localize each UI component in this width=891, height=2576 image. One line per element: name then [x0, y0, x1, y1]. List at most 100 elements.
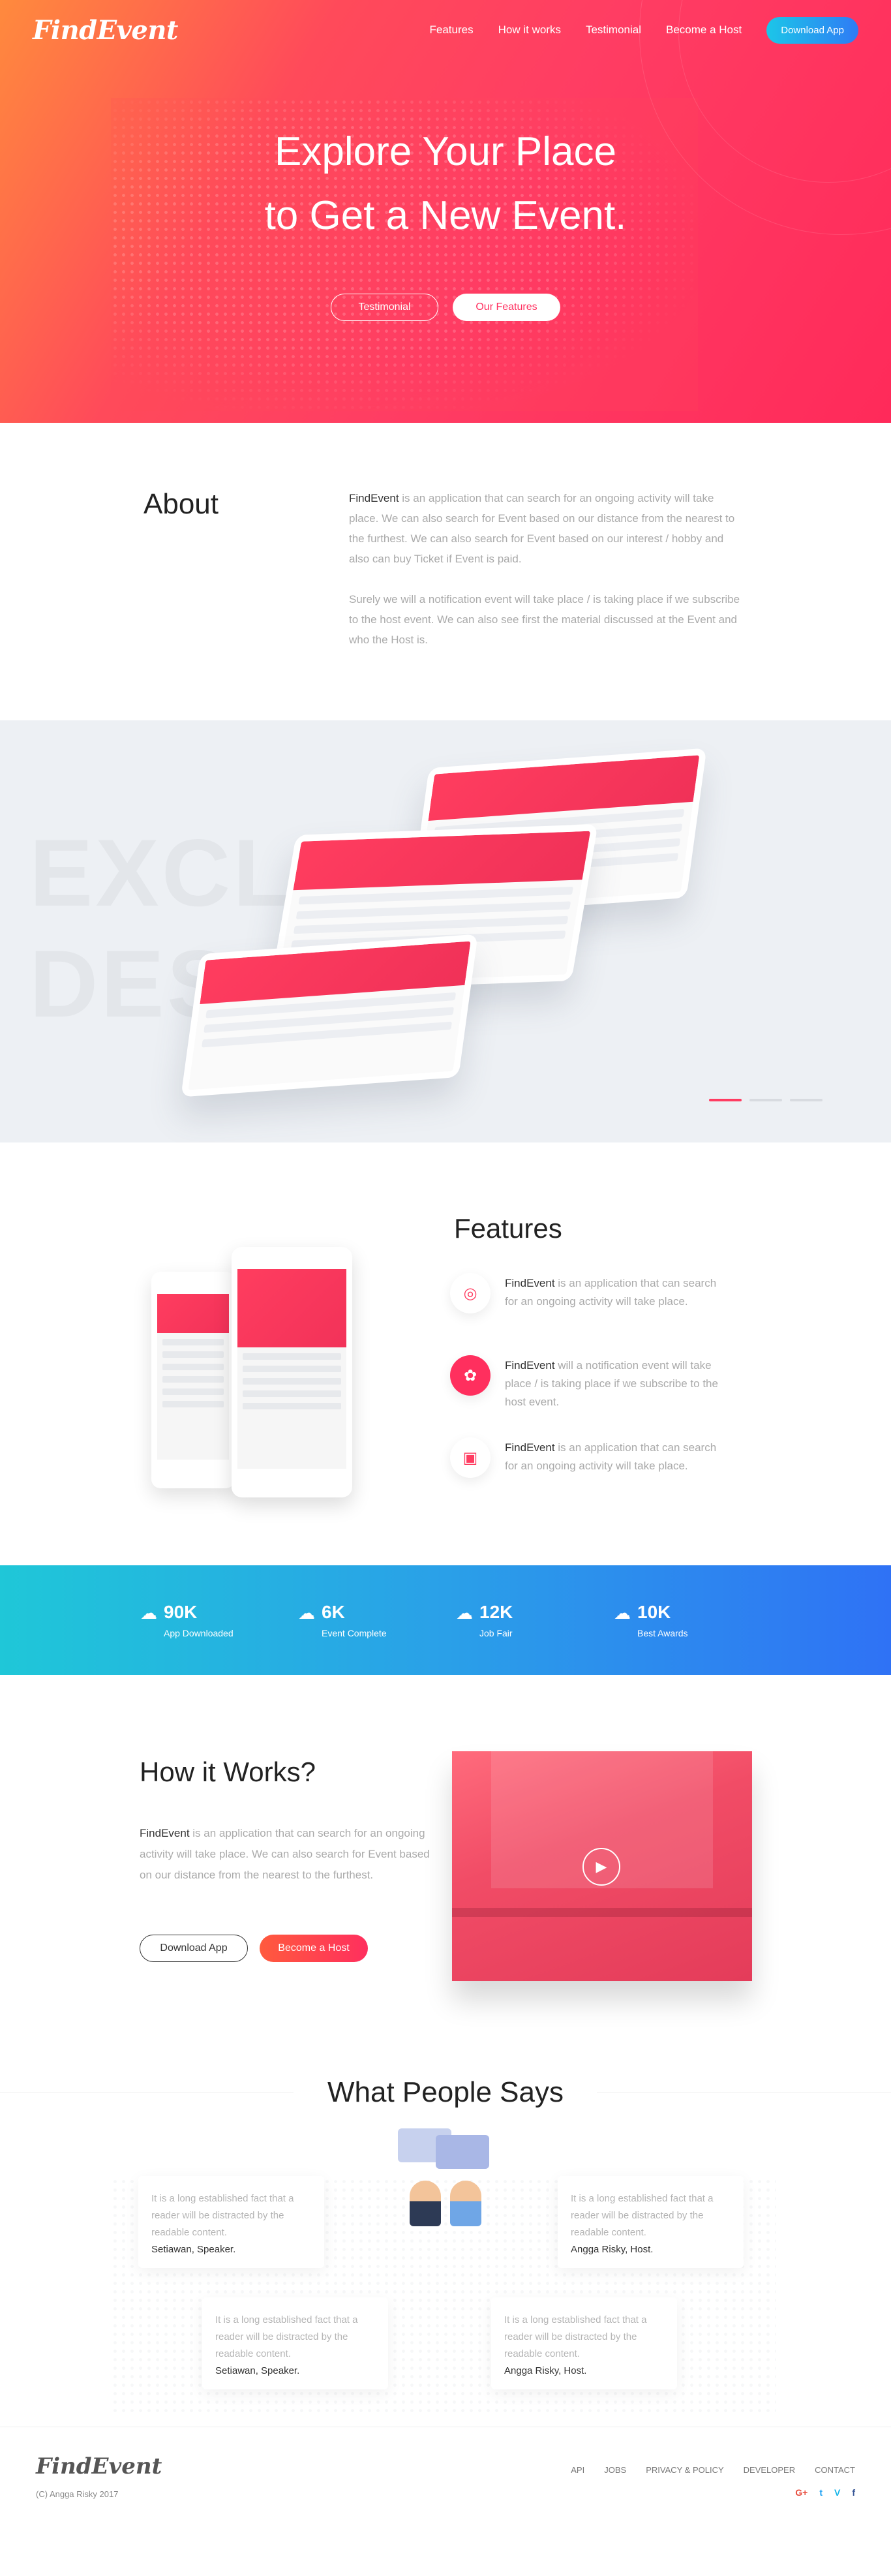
about-text: FindEvent is an application that can sea… [349, 488, 740, 720]
stat-label: Event Complete [322, 1628, 387, 1638]
footer-links: API JOBS PRIVACY & POLICY DEVELOPER CONT… [571, 2465, 855, 2475]
top-nav: FindEvent Features How it works Testimon… [0, 0, 891, 60]
twitter-icon[interactable]: t [819, 2487, 823, 2498]
nav-link-testimonial[interactable]: Testimonial [586, 23, 641, 37]
feature-text-3: FindEvent is an application that can sea… [505, 1437, 723, 1475]
brand-name: FindEvent [505, 1441, 555, 1454]
hero-title-line2: to Get a New Event. [264, 193, 627, 238]
how-text: FindEvent is an application that can sea… [140, 1823, 440, 1886]
footer-link-developer[interactable]: DEVELOPER [744, 2465, 795, 2475]
social-links: G+ t V f [795, 2487, 855, 2498]
brand-name: FindEvent [140, 1827, 190, 1839]
vimeo-icon[interactable]: V [834, 2487, 840, 2498]
award-icon: ✿ [450, 1355, 491, 1396]
phone-mockup-profile [232, 1247, 352, 1497]
nav-links: Features How it works Testimonial Become… [430, 16, 858, 44]
briefcase-icon: ▣ [450, 1437, 491, 1478]
how-buttons: Download App Become a Host [140, 1935, 368, 1962]
our-features-button[interactable]: Our Features [453, 294, 560, 321]
how-it-works-section: How it Works? FindEvent is an applicatio… [0, 1675, 891, 2021]
stat-value: 6K [322, 1602, 345, 1622]
copyright: (C) Angga Risky 2017 [36, 2489, 119, 2499]
download-app-button[interactable]: Download App [140, 1935, 248, 1962]
hero-title-line1: Explore Your Place [275, 129, 616, 174]
about-heading: About [143, 488, 219, 520]
video-desk-shape [452, 1908, 752, 1917]
brand-name: FindEvent [505, 1277, 555, 1289]
phone-mockup-notification [151, 1272, 235, 1488]
stat-label: Job Fair [479, 1628, 513, 1638]
features-heading: Features [454, 1213, 562, 1244]
footer-link-api[interactable]: API [571, 2465, 584, 2475]
stat-label: App Downloaded [164, 1628, 234, 1638]
become-host-button[interactable]: Become a Host [260, 1935, 368, 1962]
woman-avatar [450, 2181, 481, 2226]
stat-item: ☁ 90K App Downloaded [140, 1602, 298, 1638]
hero-section: FindEvent Features How it works Testimon… [0, 0, 891, 423]
testimonial-quote: It is a long established fact that a rea… [504, 2314, 647, 2359]
video-thumbnail[interactable]: ▶ [452, 1751, 752, 1981]
footer-logo[interactable]: FindEvent [36, 2453, 162, 2479]
testimonial-author: Setiawan, Speaker. [215, 2365, 300, 2376]
testimonial-card: It is a long established fact that a rea… [138, 2176, 324, 2268]
download-app-button[interactable]: Download App [766, 16, 858, 44]
features-section: Features ◎ FindEvent is an application t… [0, 1142, 891, 1565]
play-icon[interactable]: ▶ [582, 1848, 620, 1886]
carousel-dot-2[interactable] [749, 1099, 782, 1101]
cloud-download-icon: ☁ [614, 1603, 631, 1623]
stat-value: 90K [164, 1602, 198, 1622]
testimonial-author: Angga Risky, Host. [571, 2244, 654, 2255]
feature-item-1: ◎ FindEvent is an application that can s… [450, 1273, 723, 1313]
carousel-dot-1[interactable] [709, 1099, 742, 1101]
stat-item: ☁ 6K Event Complete [298, 1602, 456, 1638]
phone-mockup-ticket [181, 934, 478, 1097]
carousel-dot-3[interactable] [790, 1099, 823, 1101]
testimonial-card: It is a long established fact that a rea… [558, 2176, 744, 2268]
nav-link-become-host[interactable]: Become a Host [666, 23, 742, 37]
testimonial-button[interactable]: Testimonial [331, 294, 438, 321]
carousel-dots [709, 1099, 823, 1101]
logo[interactable]: FindEvent [33, 15, 178, 46]
cloud-download-icon: ☁ [140, 1603, 157, 1623]
cloud-download-icon: ☁ [298, 1603, 315, 1623]
nav-link-features[interactable]: Features [430, 23, 474, 37]
about-paragraph-2: Surely we will a notification event will… [349, 593, 740, 646]
stat-label: Best Awards [637, 1628, 688, 1638]
stats-section: ☁ 90K App Downloaded ☁ 6K Event Complete ☁… [0, 1565, 891, 1675]
about-paragraph-1: FindEvent is an application that can sea… [349, 488, 740, 569]
how-heading: How it Works? [140, 1756, 316, 1787]
cloud-download-icon: ☁ [456, 1603, 473, 1623]
people-illustration [397, 2128, 494, 2233]
nav-link-how-it-works[interactable]: How it works [498, 23, 561, 37]
feature-item-2: ✿ FindEvent will a notification event wi… [450, 1355, 723, 1411]
testimonials-heading: What People Says [327, 2076, 564, 2108]
footer-link-jobs[interactable]: JOBS [604, 2465, 626, 2475]
testimonials-section: What People Says It is a long establishe… [0, 2021, 891, 2427]
showcase-section: EXCLUSIVE DESIGN [0, 720, 891, 1142]
testimonial-quote: It is a long established fact that a rea… [151, 2193, 294, 2238]
chat-bubble-icon [436, 2135, 489, 2169]
testimonial-quote: It is a long established fact that a rea… [215, 2314, 358, 2359]
hero-buttons: Testimonial Our Features [0, 294, 891, 321]
hero-title: Explore Your Place to Get a New Event. [0, 120, 891, 248]
testimonial-quote: It is a long established fact that a rea… [571, 2193, 714, 2238]
globe-icon: ◎ [450, 1273, 491, 1313]
facebook-icon[interactable]: f [852, 2487, 855, 2498]
feature-item-3: ▣ FindEvent is an application that can s… [450, 1437, 723, 1478]
testimonial-card: It is a long established fact that a rea… [202, 2297, 388, 2389]
footer: FindEvent (C) Angga Risky 2017 API JOBS … [0, 2427, 891, 2511]
stat-item: ☁ 10K Best Awards [614, 1602, 772, 1638]
testimonial-author: Angga Risky, Host. [504, 2365, 587, 2376]
testimonial-author: Setiawan, Speaker. [151, 2244, 236, 2255]
feature-text-2: FindEvent will a notification event will… [505, 1355, 723, 1411]
about-section: About FindEvent is an application that c… [0, 423, 891, 720]
feature-text-1: FindEvent is an application that can sea… [505, 1273, 723, 1311]
testimonial-card: It is a long established fact that a rea… [491, 2297, 677, 2389]
footer-link-contact[interactable]: CONTACT [815, 2465, 855, 2475]
brand-name: FindEvent [349, 492, 399, 504]
footer-link-privacy[interactable]: PRIVACY & POLICY [646, 2465, 723, 2475]
man-avatar [410, 2181, 441, 2226]
stat-value: 12K [479, 1602, 513, 1622]
stat-item: ☁ 12K Job Fair [456, 1602, 614, 1638]
google-plus-icon[interactable]: G+ [795, 2487, 808, 2498]
